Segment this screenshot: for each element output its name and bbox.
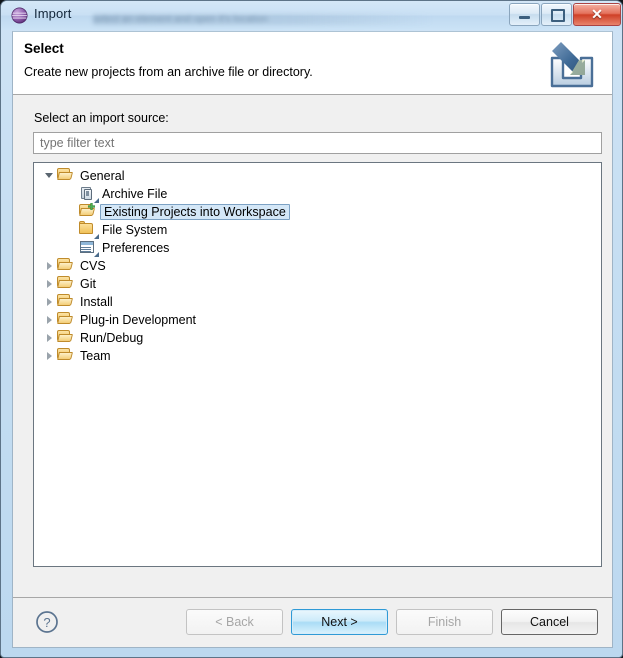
chevron-right-icon[interactable] [44, 293, 57, 311]
import-arrow-tray-icon [539, 34, 603, 94]
tree-item-general[interactable]: General [34, 167, 601, 185]
svg-text:?: ? [43, 615, 50, 630]
tree-item-label: Preferences [102, 241, 170, 255]
folder-open-icon [57, 258, 76, 274]
archive-file-icon [79, 186, 99, 203]
dialog-buttons: < Back Next > Finish Cancel [186, 609, 598, 635]
tree-item-preferences[interactable]: Preferences [34, 239, 601, 257]
chevron-right-icon[interactable] [44, 329, 57, 347]
next-button[interactable]: Next > [291, 609, 388, 635]
folder-open-icon [57, 276, 76, 292]
tree-item-label: Install [80, 295, 113, 309]
import-source-label: Select an import source: [34, 111, 169, 125]
window-title: Import [34, 6, 72, 21]
import-dialog-window: Import select an element and open it's l… [0, 0, 623, 658]
tree-item-install[interactable]: Install [34, 293, 601, 311]
import-project-icon [79, 203, 98, 220]
tree-item-label: General [80, 169, 125, 183]
folder-open-icon [57, 330, 76, 346]
chevron-right-icon[interactable] [44, 347, 57, 365]
minimize-icon [519, 16, 530, 19]
titlebar-background-blur: select an element and open it's location [93, 14, 433, 25]
maximize-icon [551, 9, 565, 22]
tree-item-label: File System [102, 223, 168, 237]
folder-open-icon [57, 348, 76, 364]
eclipse-sphere-icon [11, 7, 28, 24]
tree-item-label: Run/Debug [80, 331, 144, 345]
window-controls: ✕ [508, 3, 621, 26]
folder-closed-icon [79, 221, 99, 239]
filter-input[interactable] [33, 132, 602, 154]
folder-open-icon [57, 168, 76, 184]
tree-item-label: Team [80, 349, 111, 363]
close-button[interactable]: ✕ [573, 3, 621, 26]
tree-item-file-system[interactable]: File System [34, 221, 601, 239]
tree-item-label: Archive File [102, 187, 168, 201]
chevron-right-icon[interactable] [44, 257, 57, 275]
tree-item-label: Plug-in Development [80, 313, 197, 327]
dialog-footer: ? < Back Next > Finish Cancel [13, 597, 612, 647]
close-icon: ✕ [591, 6, 603, 22]
tree-item-team[interactable]: Team [34, 347, 601, 365]
import-source-tree[interactable]: General Archive File Existing Projects int… [33, 162, 602, 567]
tree-item-git[interactable]: Git [34, 275, 601, 293]
page-title: Select [24, 41, 64, 56]
minimize-button[interactable] [509, 3, 540, 26]
title-bar[interactable]: Import select an element and open it's l… [1, 1, 622, 30]
page-description: Create new projects from an archive file… [24, 65, 313, 79]
cancel-button[interactable]: Cancel [501, 609, 598, 635]
back-button: < Back [186, 609, 283, 635]
wizard-body: Select an import source: General Archive … [13, 95, 612, 597]
tree-item-plug-in-development[interactable]: Plug-in Development [34, 311, 601, 329]
chevron-down-icon[interactable] [44, 167, 57, 185]
folder-open-icon [57, 294, 76, 310]
wizard-header: Select Create new projects from an archi… [13, 32, 612, 95]
finish-button: Finish [396, 609, 493, 635]
tree-item-label: Existing Projects into Workspace [100, 204, 290, 220]
preferences-icon [79, 240, 99, 257]
tree-item-run-debug[interactable]: Run/Debug [34, 329, 601, 347]
help-question-icon[interactable]: ? [35, 610, 59, 634]
tree-item-existing-projects-into-workspace[interactable]: Existing Projects into Workspace [34, 203, 601, 221]
folder-open-icon [57, 312, 76, 328]
tree-item-label: CVS [80, 259, 106, 273]
chevron-right-icon[interactable] [44, 311, 57, 329]
maximize-button[interactable] [541, 3, 572, 26]
tree-item-label: Git [80, 277, 96, 291]
chevron-right-icon[interactable] [44, 275, 57, 293]
tree-item-archive-file[interactable]: Archive File [34, 185, 601, 203]
dialog-client-area: Select Create new projects from an archi… [12, 31, 613, 648]
tree-item-cvs[interactable]: CVS [34, 257, 601, 275]
